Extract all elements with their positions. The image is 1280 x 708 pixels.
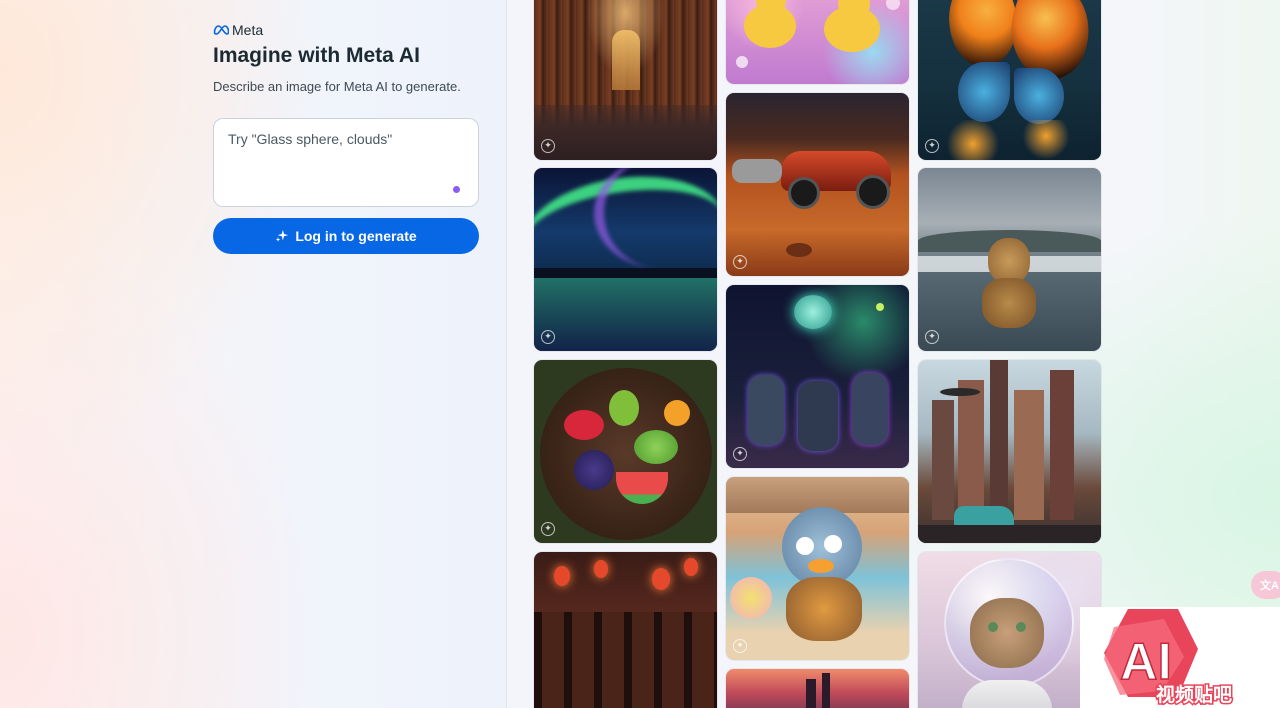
prompt-box[interactable]: [213, 118, 479, 207]
page-title: Imagine with Meta AI: [213, 44, 420, 67]
meta-ai-icon: ✦: [925, 139, 939, 153]
meta-infinity-icon: [213, 25, 229, 35]
gallery-image-castle-sunset[interactable]: [726, 669, 909, 708]
input-status-dot: [453, 186, 460, 193]
gallery-image-butterfly[interactable]: ✦: [918, 0, 1101, 160]
watermark-graphic: AI 视频贴吧: [1104, 609, 1234, 708]
meta-ai-icon: ✦: [541, 330, 555, 344]
login-to-generate-button[interactable]: Log in to generate: [213, 218, 479, 254]
gallery-image-retro-city[interactable]: [918, 360, 1101, 543]
left-panel-background: [0, 0, 507, 708]
meta-logo[interactable]: Meta: [213, 22, 263, 38]
gallery-image-rubber-ducks[interactable]: [726, 0, 909, 84]
gallery-image-dog-sea[interactable]: ✦: [918, 168, 1101, 351]
meta-ai-icon: ✦: [541, 139, 555, 153]
svg-text:视频贴吧: 视频贴吧: [1156, 683, 1232, 706]
translate-button[interactable]: 文A: [1251, 571, 1280, 599]
svg-text:AI: AI: [1120, 633, 1172, 691]
page-subtitle: Describe an image for Meta AI to generat…: [213, 79, 461, 94]
meta-ai-icon: ✦: [733, 447, 747, 461]
gallery-image-mars-rally-cars[interactable]: ✦: [726, 93, 909, 276]
panel-divider: [506, 0, 507, 708]
meta-ai-icon: ✦: [925, 330, 939, 344]
prompt-input[interactable]: [228, 131, 464, 147]
gallery-image-library[interactable]: ✦: [534, 0, 717, 160]
gallery-image-space-cats[interactable]: ✦: [726, 285, 909, 468]
meta-ai-icon: ✦: [733, 639, 747, 653]
gallery-image-aurora[interactable]: ✦: [534, 168, 717, 351]
login-button-label: Log in to generate: [295, 228, 417, 244]
meta-ai-icon: ✦: [733, 255, 747, 269]
gallery-image-fruit-platter[interactable]: ✦: [534, 360, 717, 543]
meta-ai-icon: ✦: [541, 522, 555, 536]
brand-name: Meta: [232, 22, 264, 38]
gallery-image-lantern-hall[interactable]: [534, 552, 717, 708]
gallery-image-fluffy-bird[interactable]: ✦: [726, 477, 909, 660]
translate-icon: 文A: [1260, 580, 1279, 592]
sparkle-icon: [276, 229, 289, 242]
watermark-logo: AI 视频贴吧: [1080, 607, 1280, 708]
gallery-image-kitten-astronaut[interactable]: [918, 552, 1101, 708]
